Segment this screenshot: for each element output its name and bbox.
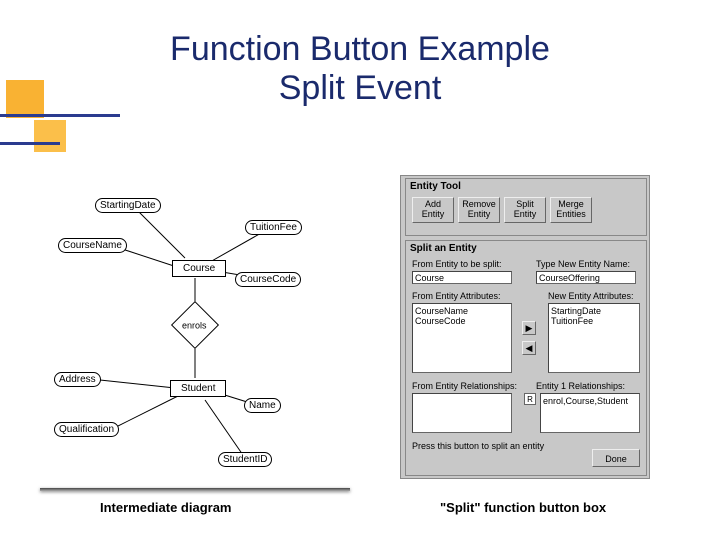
from-attrs-listbox[interactable]: CourseName CourseCode bbox=[412, 303, 512, 373]
relationship-enrols: enrols bbox=[171, 301, 219, 349]
diagram-separator bbox=[40, 488, 350, 491]
title-line-1: Function Button Example bbox=[170, 30, 550, 68]
move-right-button[interactable]: ▶ bbox=[522, 321, 536, 335]
caption-intermediate-diagram: Intermediate diagram bbox=[100, 500, 232, 515]
attr-qualification: Qualification bbox=[54, 422, 119, 437]
button-label: Split Entity bbox=[514, 199, 537, 219]
decorative-motif bbox=[0, 104, 130, 164]
list-item[interactable]: StartingDate bbox=[551, 306, 637, 316]
entity-tool-dialog: Entity Tool Add Entity Remove Entity Spl… bbox=[400, 175, 650, 479]
list-item[interactable]: CourseName bbox=[415, 306, 509, 316]
add-entity-button[interactable]: Add Entity bbox=[412, 197, 454, 223]
attr-name: Name bbox=[244, 398, 281, 413]
rel-checkbox[interactable]: R bbox=[524, 393, 536, 405]
move-left-button[interactable]: ◀ bbox=[522, 341, 536, 355]
list-item[interactable]: CourseCode bbox=[415, 316, 509, 326]
attr-course-name: CourseName bbox=[58, 238, 127, 253]
er-diagram: StartingDate TuitionFee CourseName Cours… bbox=[40, 190, 350, 490]
title-line-2: Split Event bbox=[279, 69, 442, 107]
split-entity-title: Split an Entity bbox=[410, 243, 477, 254]
attr-address: Address bbox=[54, 372, 101, 387]
done-button[interactable]: Done bbox=[592, 449, 640, 467]
entity-student: Student bbox=[170, 380, 226, 397]
new-attrs-listbox[interactable]: StartingDate TuitionFee bbox=[548, 303, 640, 373]
entity-tool-panel: Entity Tool Add Entity Remove Entity Spl… bbox=[405, 178, 647, 236]
motif-line bbox=[0, 142, 60, 145]
from-rels-listbox[interactable] bbox=[412, 393, 512, 433]
attr-starting-date: StartingDate bbox=[95, 198, 161, 213]
motif-square bbox=[34, 120, 66, 152]
from-rels-label: From Entity Relationships: bbox=[412, 381, 517, 391]
relationship-label: enrols bbox=[178, 309, 210, 343]
from-entity-field[interactable]: Course bbox=[412, 271, 512, 284]
list-item[interactable]: enrol,Course,Student bbox=[543, 396, 637, 406]
split-entity-button[interactable]: Split Entity bbox=[504, 197, 546, 223]
new-attrs-label: New Entity Attributes: bbox=[548, 291, 634, 301]
new-entity-name-label: Type New Entity Name: bbox=[536, 259, 630, 269]
hint-label: Press this button to split an entity bbox=[412, 441, 544, 451]
split-entity-panel: Split an Entity From Entity to be split:… bbox=[405, 240, 647, 476]
attr-course-code: CourseCode bbox=[235, 272, 301, 287]
merge-entities-button[interactable]: Merge Entities bbox=[550, 197, 592, 223]
new-rels-label: Entity 1 Relationships: bbox=[536, 381, 625, 391]
button-label: Merge Entities bbox=[556, 199, 586, 219]
button-label: Done bbox=[605, 454, 627, 464]
page-title: Function Button Example Split Event bbox=[0, 30, 720, 108]
entity-course: Course bbox=[172, 260, 226, 277]
entity-tool-title: Entity Tool bbox=[410, 181, 461, 192]
motif-line bbox=[0, 114, 120, 117]
remove-entity-button[interactable]: Remove Entity bbox=[458, 197, 500, 223]
button-label: Remove Entity bbox=[462, 199, 496, 219]
from-entity-label: From Entity to be split: bbox=[412, 259, 502, 269]
new-rels-listbox[interactable]: enrol,Course,Student bbox=[540, 393, 640, 433]
caption-split-box: "Split" function button box bbox=[440, 500, 606, 515]
attr-tuition-fee: TuitionFee bbox=[245, 220, 302, 235]
list-item[interactable]: TuitionFee bbox=[551, 316, 637, 326]
from-attrs-label: From Entity Attributes: bbox=[412, 291, 501, 301]
new-entity-name-field[interactable]: CourseOffering bbox=[536, 271, 636, 284]
attr-student-id: StudentID bbox=[218, 452, 272, 467]
entity-tool-button-row: Add Entity Remove Entity Split Entity Me… bbox=[412, 197, 592, 223]
button-label: Add Entity bbox=[422, 199, 445, 219]
